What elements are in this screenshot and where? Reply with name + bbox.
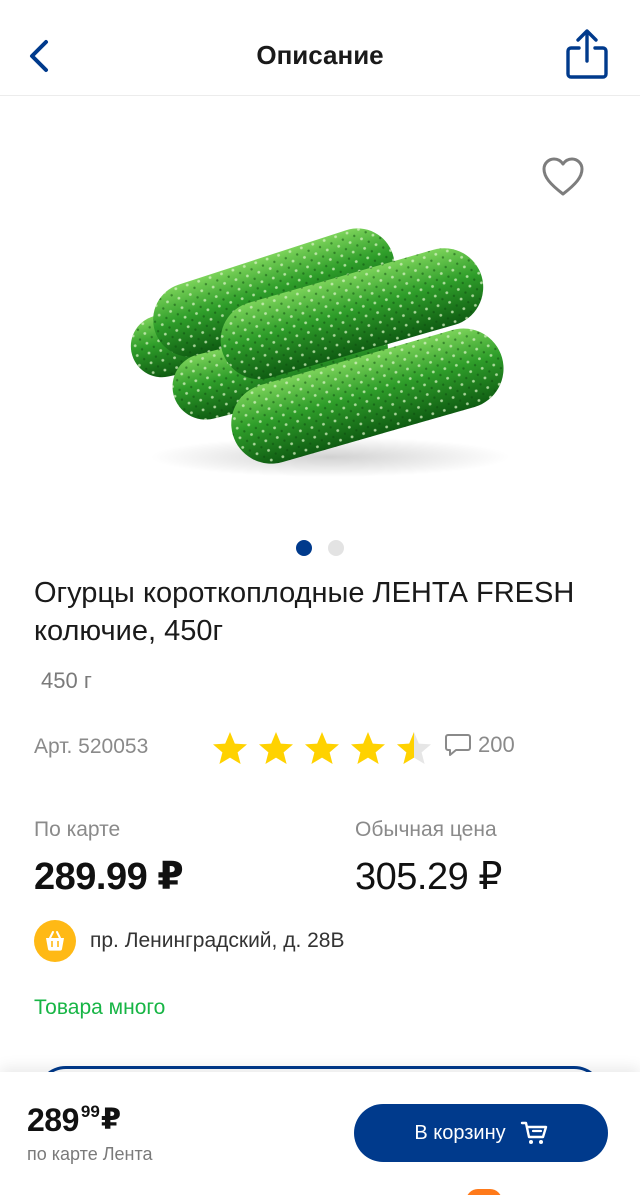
regular-price-label: Обычная цена [355, 818, 497, 841]
basket-icon [34, 920, 76, 962]
regular-price: 305.29 ₽ [355, 856, 502, 898]
article-number: Арт. 520053 [34, 735, 149, 758]
share-icon [566, 29, 608, 79]
card-price-block: По карте 289.99 ₽ [34, 818, 184, 899]
bottom-price-caption: по карте Лента [27, 1144, 153, 1164]
favorite-button[interactable] [540, 155, 586, 199]
product-image [130, 228, 510, 477]
bottom-price-integer: 289 [27, 1102, 79, 1138]
page-title: Описание [256, 40, 384, 70]
share-button[interactable] [562, 28, 612, 82]
store-address: пр. Ленинградский, д. 28В [90, 929, 345, 952]
star-icon [259, 732, 293, 764]
add-to-cart-button[interactable]: В корзину [354, 1104, 608, 1162]
gallery-pagination [0, 540, 640, 556]
gallery-dot-2[interactable] [328, 540, 344, 556]
bottom-price-cents: 99 [80, 1102, 100, 1121]
star-half-icon [397, 732, 431, 764]
card-price: 289.99 ₽ [34, 856, 184, 898]
reviews-count: 200 [478, 732, 515, 757]
product-title: Огурцы короткоплодные ЛЕНТА FRESH колючи… [34, 577, 575, 647]
reviews-link[interactable]: 200 [444, 732, 515, 758]
star-icon [213, 732, 247, 764]
heart-icon [542, 157, 584, 196]
product-weight: 450 г [41, 668, 92, 693]
cart-icon [520, 1121, 547, 1144]
bottom-action-bar: 289 99 ₽ по карте Лента В корзину [0, 1072, 640, 1195]
regular-price-block: Обычная цена 305.29 ₽ [355, 818, 502, 899]
top-nav-bar: Описание [0, 0, 640, 96]
gallery-dot-1[interactable] [296, 540, 312, 556]
product-gallery[interactable] [0, 97, 640, 572]
comment-icon [445, 734, 471, 756]
star-icon [351, 732, 385, 764]
bottom-price: 289 99 ₽ [27, 1102, 121, 1138]
star-icon [305, 732, 339, 764]
stock-status: Товара много [34, 996, 166, 1019]
product-meta-row: Арт. 520053 200 [34, 730, 614, 766]
bottom-price-currency: ₽ [100, 1104, 121, 1136]
rating-stars[interactable] [210, 730, 434, 766]
add-to-cart-label: В корзину [414, 1121, 506, 1144]
store-selector[interactable]: пр. Ленинградский, д. 28В [34, 920, 344, 962]
card-price-label: По карте [34, 818, 121, 841]
